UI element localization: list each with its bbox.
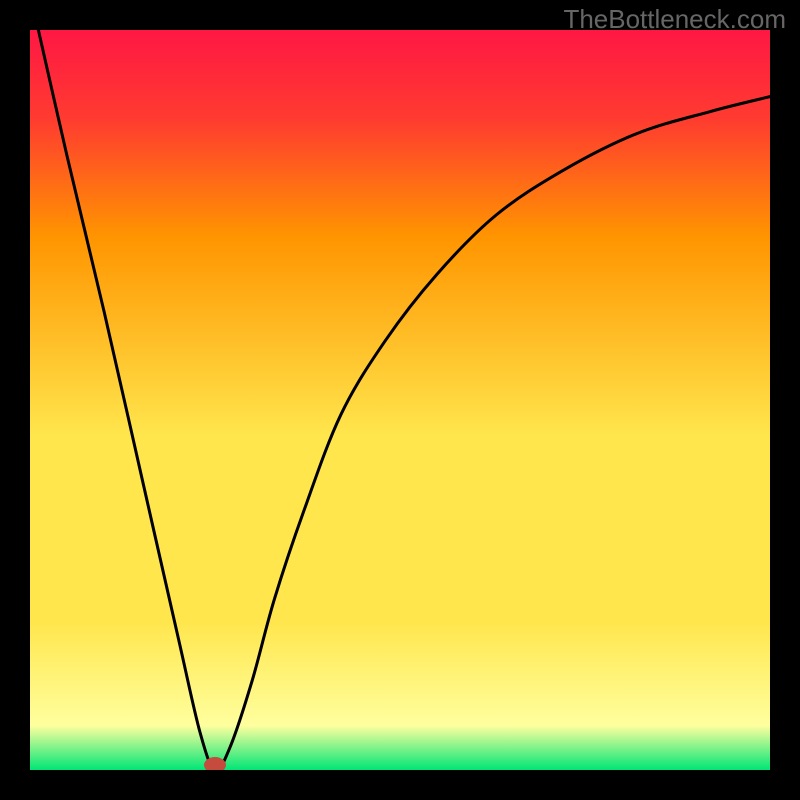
- gradient-background: [30, 30, 770, 770]
- chart-frame: TheBottleneck.com: [0, 0, 800, 800]
- plot-area: [30, 30, 770, 770]
- chart-svg: [30, 30, 770, 770]
- watermark-text: TheBottleneck.com: [563, 4, 786, 35]
